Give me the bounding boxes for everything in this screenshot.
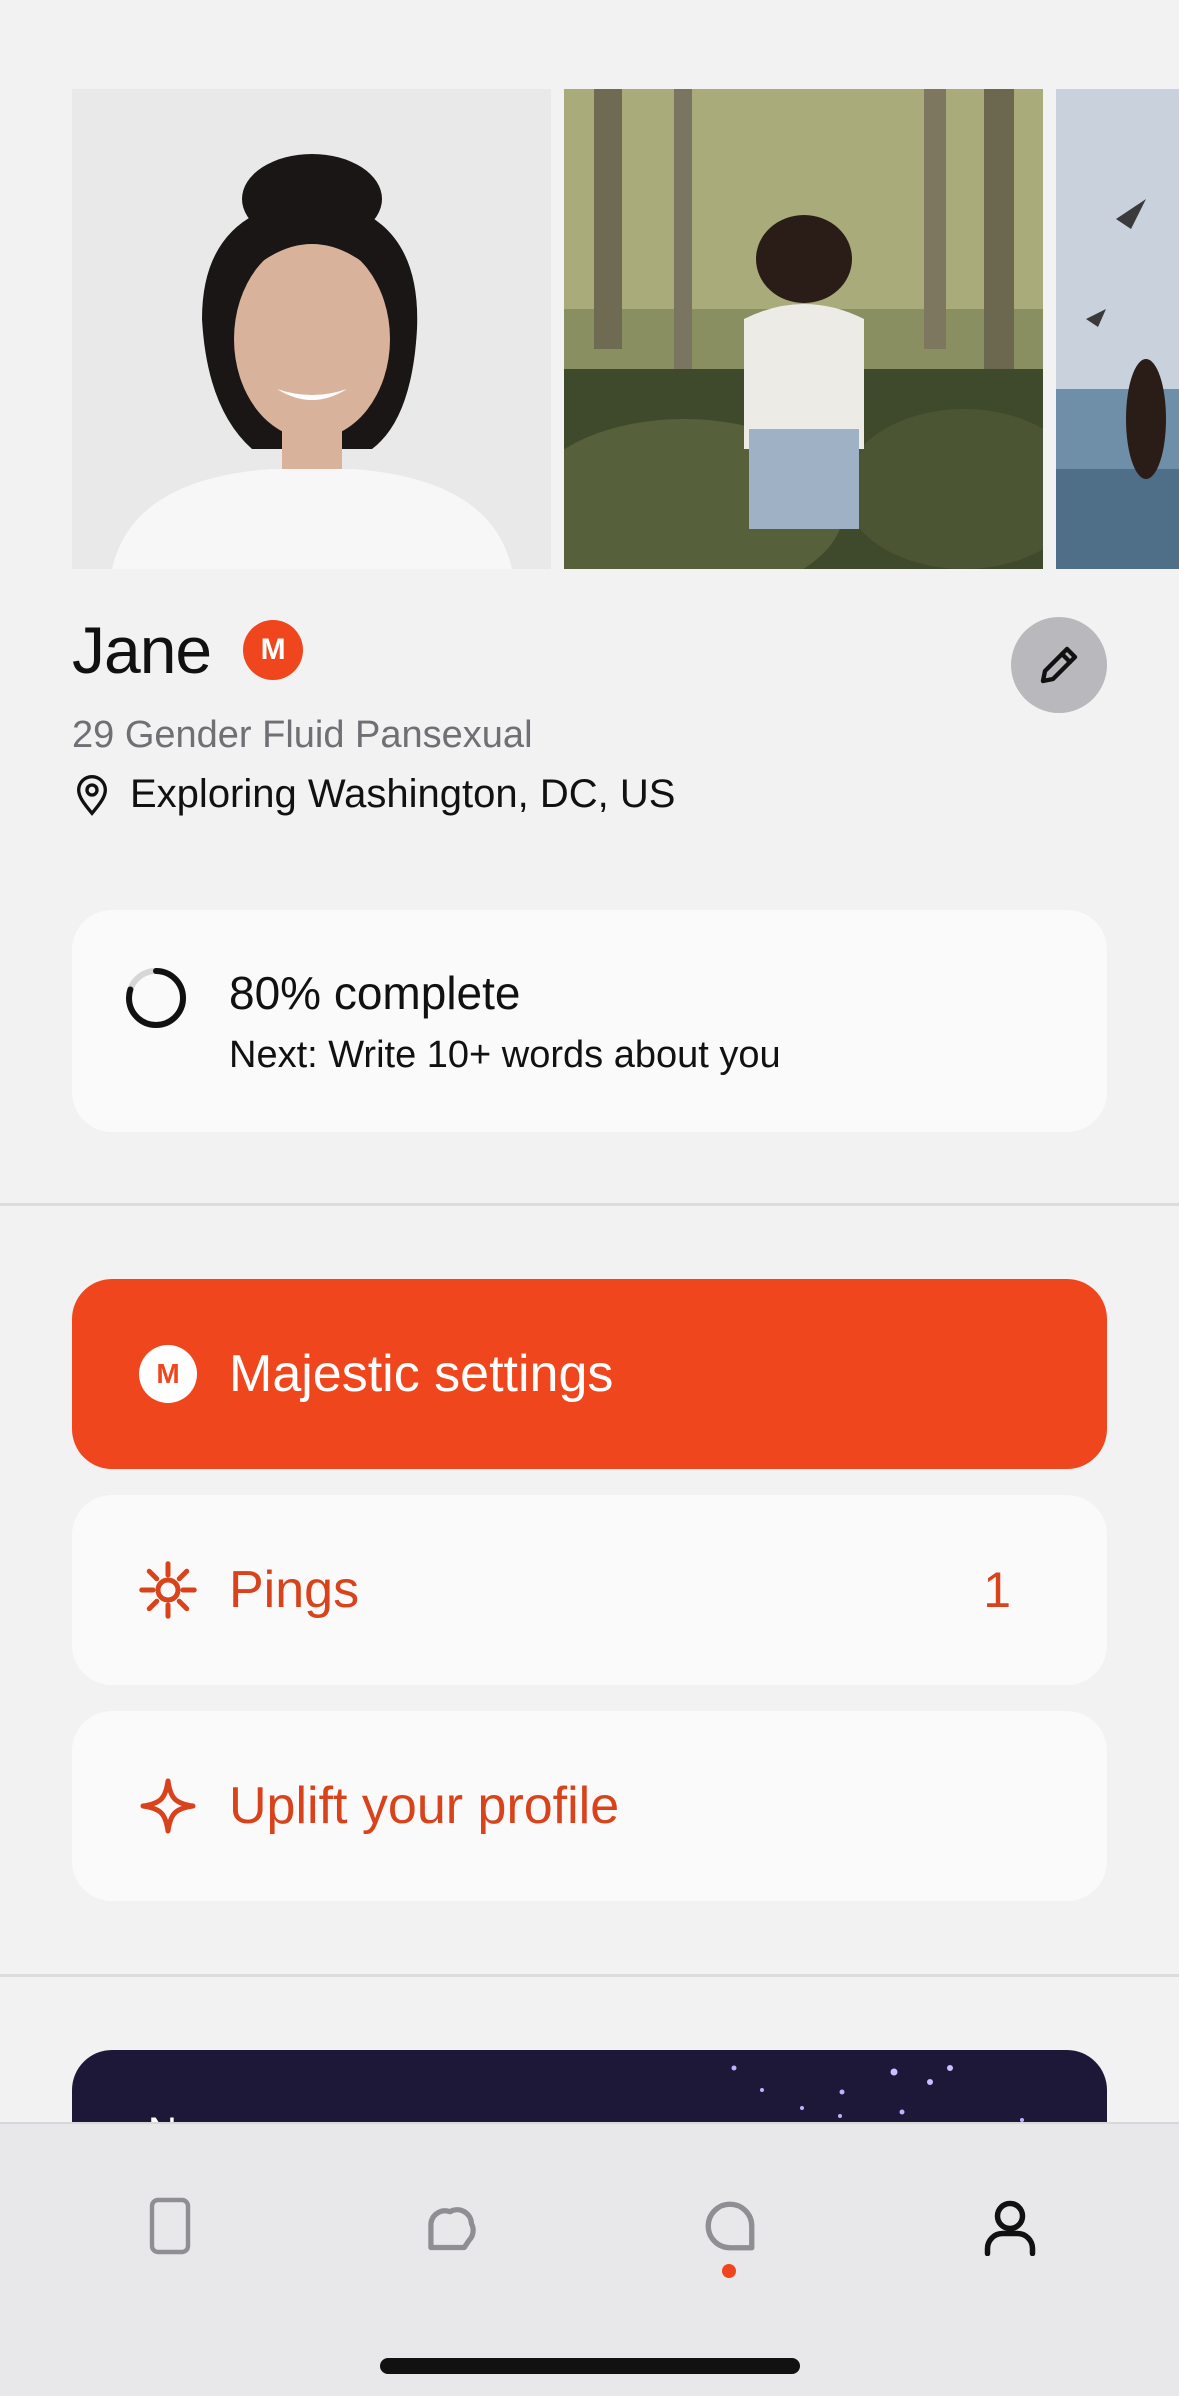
profile-identity: 29 Gender Fluid Pansexual: [72, 714, 533, 756]
profile-name: Jane: [72, 613, 212, 687]
profile-location: Exploring Washington, DC, US: [130, 772, 676, 816]
profile-page: Jane M 29 Gender Fluid Pansexual Explori…: [0, 0, 1179, 2396]
profile-icon: [984, 2200, 1036, 2256]
majestic-settings-button[interactable]: M Majestic settings: [72, 1279, 1107, 1469]
chat-icon: [705, 2201, 755, 2251]
pings-count: 1: [983, 1562, 1011, 1618]
section-divider: [0, 1974, 1179, 1977]
nav-chat[interactable]: [690, 2186, 770, 2266]
nav-cards[interactable]: [130, 2186, 210, 2266]
cards-icon: [149, 2197, 191, 2255]
nav-likes[interactable]: [410, 2186, 490, 2266]
profile-photo-2[interactable]: [564, 89, 1043, 569]
pencil-icon: [1040, 646, 1078, 684]
uplift-profile-button[interactable]: Uplift your profile: [72, 1711, 1107, 1901]
profile-completion-card[interactable]: 80% complete Next: Write 10+ words about…: [72, 910, 1107, 1132]
completion-title: 80% complete: [229, 967, 521, 1019]
sparkle-icon: [138, 1776, 198, 1836]
home-indicator: [380, 2358, 800, 2374]
pings-button[interactable]: Pings 1: [72, 1495, 1107, 1685]
bottom-navigation: [0, 2122, 1179, 2396]
ping-spark-icon: [138, 1560, 198, 1620]
profile-photo-3[interactable]: [1056, 89, 1179, 569]
majestic-badge-icon: M: [243, 620, 304, 680]
location-pin-icon: [76, 774, 108, 816]
location-row: Exploring Washington, DC, US: [72, 772, 675, 817]
likes-icon: [428, 2207, 476, 2251]
photo-strip[interactable]: [72, 89, 1179, 569]
uplift-profile-label: Uplift your profile: [229, 1777, 620, 1835]
pings-label: Pings: [229, 1561, 360, 1619]
progress-ring-icon: [126, 968, 186, 1028]
edit-profile-button[interactable]: [1011, 617, 1107, 713]
nav-profile[interactable]: [970, 2186, 1050, 2266]
completion-next-step: Next: Write 10+ words about you: [229, 1034, 781, 1076]
chat-unread-dot: [722, 2264, 736, 2278]
majestic-icon: M: [138, 1344, 198, 1404]
majestic-settings-label: Majestic settings: [229, 1345, 614, 1403]
profile-photo-1[interactable]: [72, 89, 551, 569]
section-divider: [0, 1203, 1179, 1206]
name-row: Jane M: [72, 612, 304, 688]
